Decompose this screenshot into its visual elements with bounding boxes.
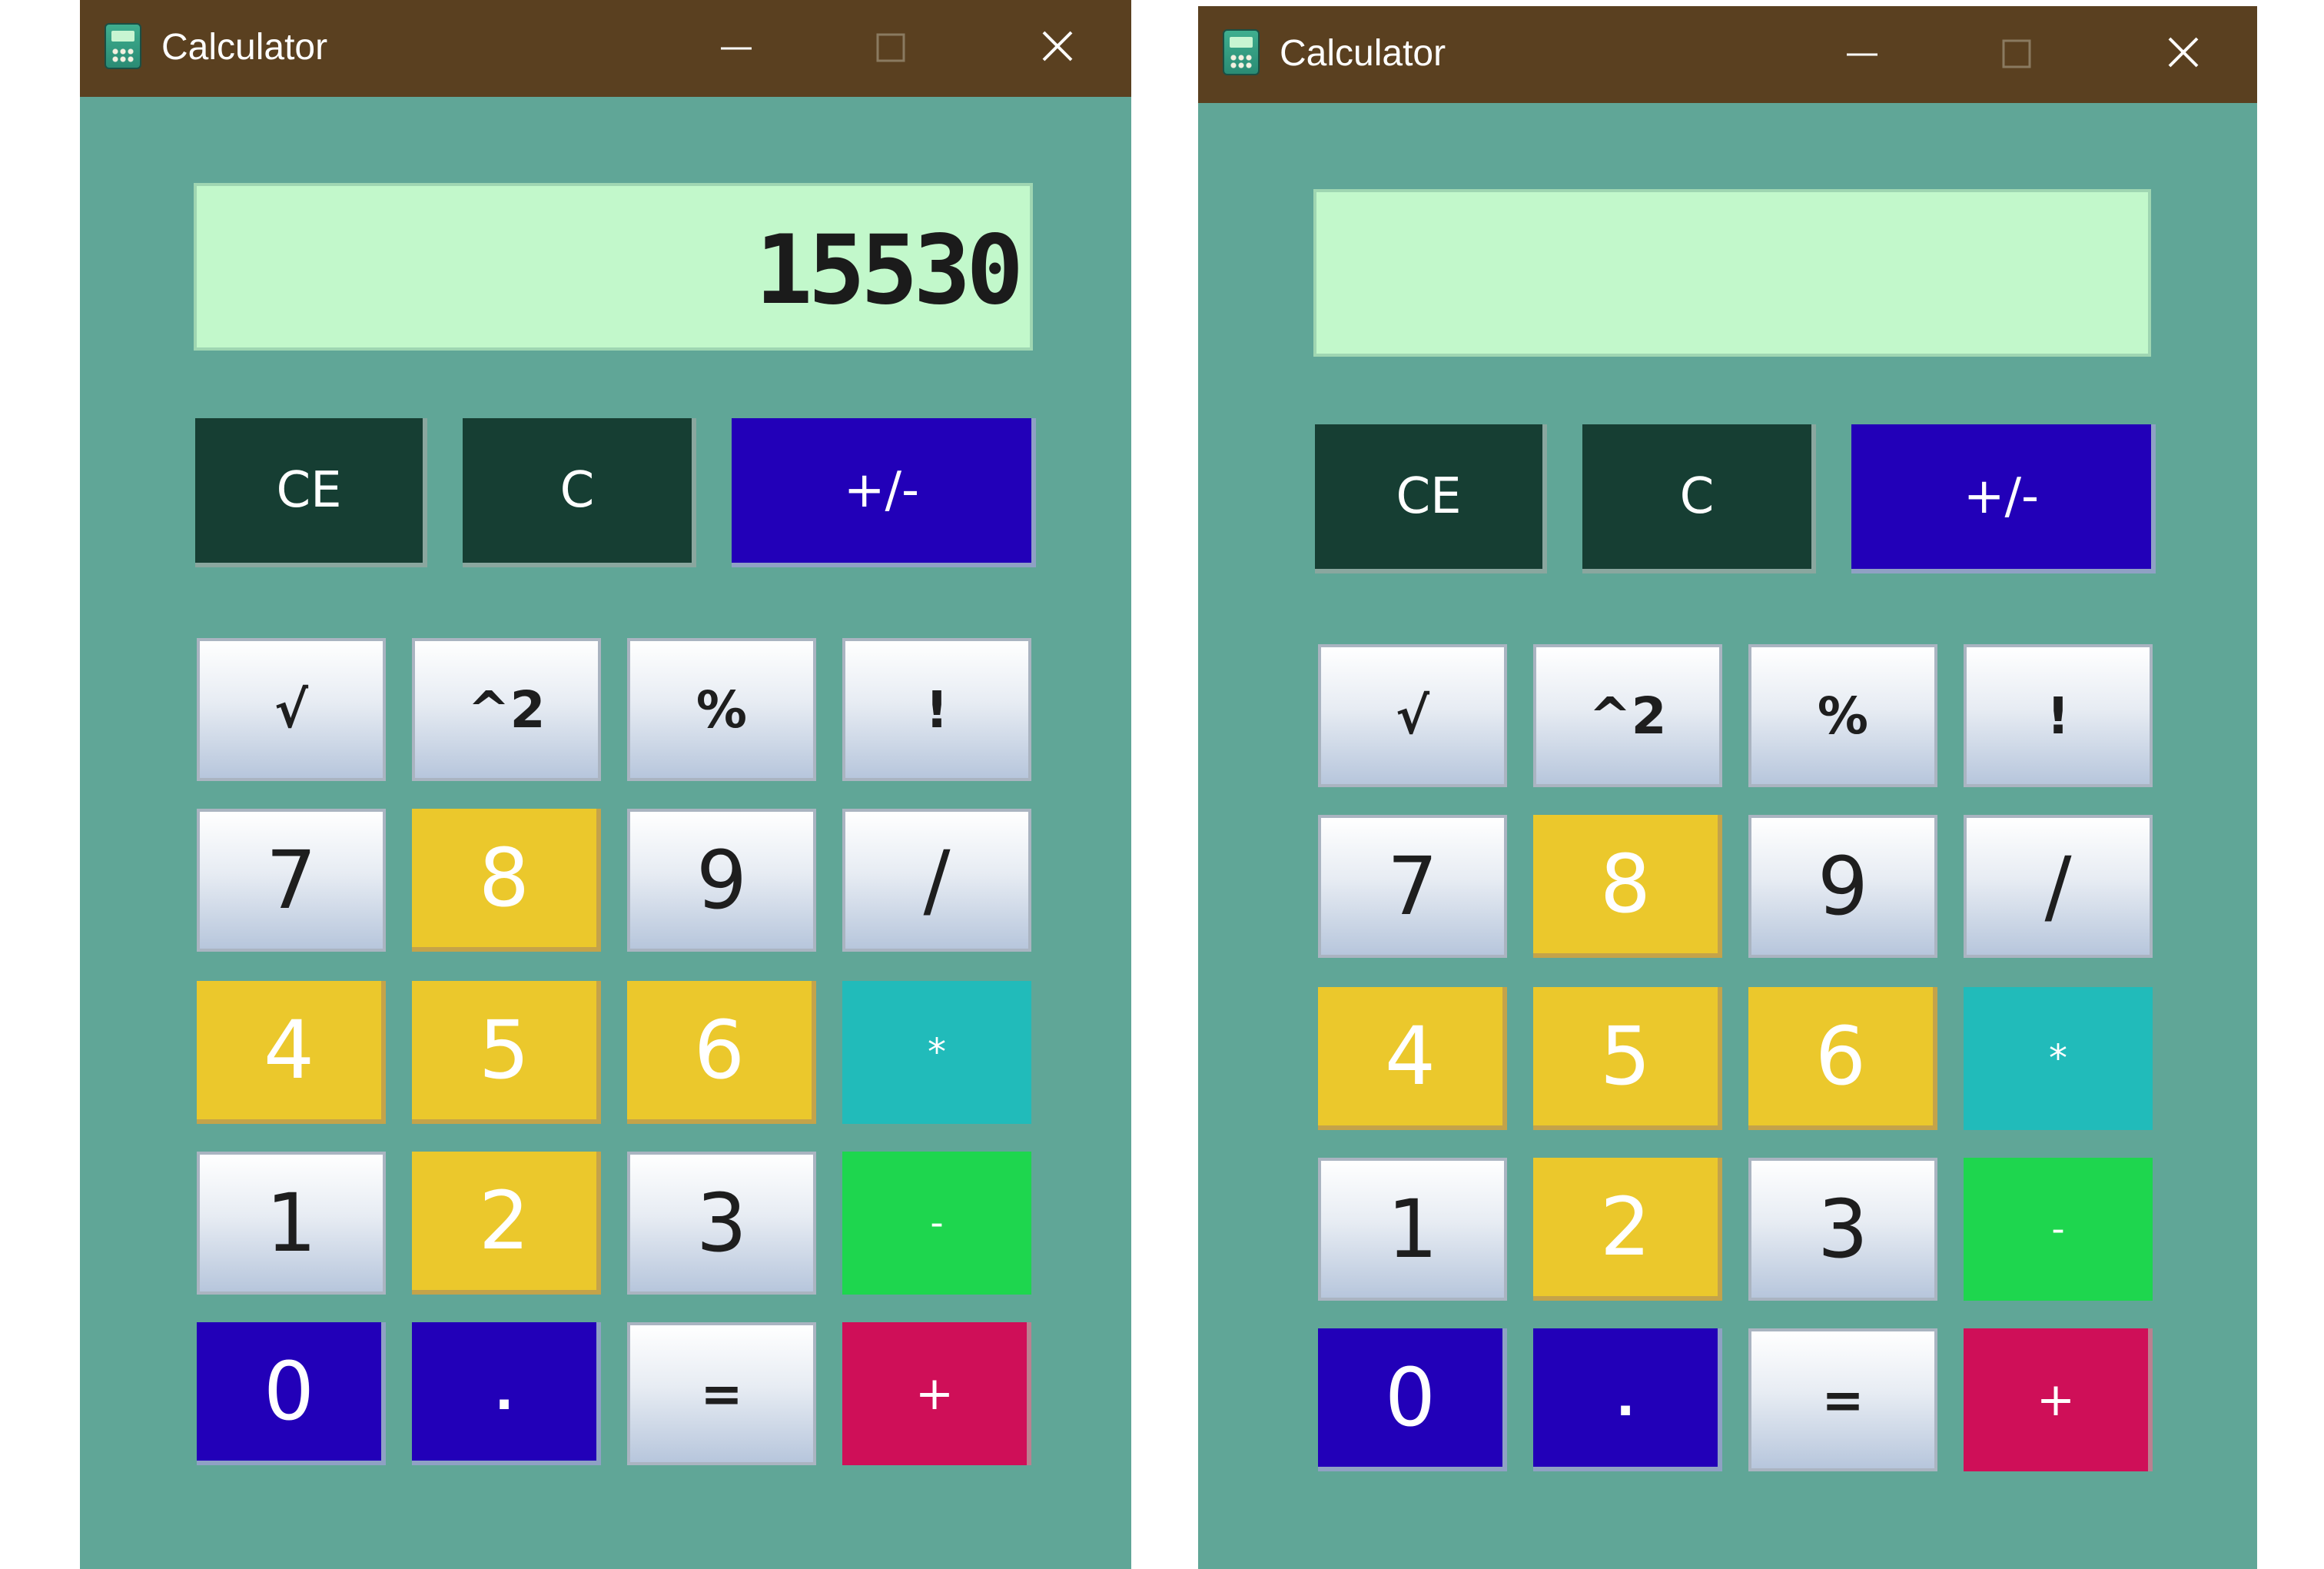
digit-2-button[interactable]: 2 [412, 1152, 601, 1295]
close-icon [1042, 31, 1073, 61]
digit-9-button[interactable]: 9 [1748, 815, 1937, 958]
equals-button[interactable]: = [627, 1322, 816, 1465]
digit-4-button[interactable]: 4 [197, 981, 386, 1124]
digit-5-button[interactable]: 5 [1533, 987, 1722, 1130]
digit-6-button[interactable]: 6 [1748, 987, 1937, 1130]
minimize-button[interactable] [706, 20, 767, 74]
display-value: 15530 [755, 215, 1024, 326]
square-button[interactable]: ^2 [412, 638, 601, 781]
minimize-button[interactable] [1831, 26, 1893, 80]
divide-button[interactable]: / [1964, 815, 2153, 958]
equals-button[interactable]: = [1748, 1328, 1937, 1471]
digit-4-button[interactable]: 4 [1318, 987, 1507, 1130]
calculator-app-icon [1223, 29, 1260, 75]
calculator-app-icon [105, 23, 141, 69]
decimal-button[interactable]: . [1533, 1328, 1722, 1471]
multiply-button[interactable]: * [842, 981, 1031, 1124]
close-button[interactable] [1027, 20, 1088, 74]
close-icon [2168, 37, 2199, 68]
close-button[interactable] [2153, 26, 2214, 80]
maximize-icon [2002, 39, 2031, 68]
factorial-button[interactable]: ! [1964, 644, 2153, 787]
title-bar[interactable]: Calculator [80, 0, 1131, 97]
digit-0-button[interactable]: 0 [197, 1322, 386, 1465]
sign-toggle-button[interactable]: +/- [1851, 424, 2156, 573]
sqrt-button[interactable]: √ [1318, 644, 1507, 787]
minimize-icon [721, 47, 752, 50]
divide-button[interactable]: / [842, 809, 1031, 952]
sqrt-button[interactable]: √ [197, 638, 386, 781]
sign-toggle-button[interactable]: +/- [732, 418, 1036, 567]
percent-button[interactable]: % [627, 638, 816, 781]
digit-1-button[interactable]: 1 [197, 1152, 386, 1295]
clear-button[interactable]: C [463, 418, 696, 567]
decimal-button[interactable]: . [412, 1322, 601, 1465]
digit-0-button[interactable]: 0 [1318, 1328, 1507, 1471]
digit-1-button[interactable]: 1 [1318, 1158, 1507, 1301]
factorial-button[interactable]: ! [842, 638, 1031, 781]
add-button[interactable]: + [842, 1322, 1031, 1465]
square-button[interactable]: ^2 [1533, 644, 1722, 787]
display-screen: 15530 [194, 183, 1033, 351]
digit-7-button[interactable]: 7 [1318, 815, 1507, 958]
digit-7-button[interactable]: 7 [197, 809, 386, 952]
digit-3-button[interactable]: 3 [627, 1152, 816, 1295]
digit-8-button[interactable]: 8 [1533, 815, 1722, 958]
digit-9-button[interactable]: 9 [627, 809, 816, 952]
calculator-window-right: Calculator CE C +/- √ ^2 % ! 7 8 9 / 4 5… [1198, 6, 2257, 1569]
clear-entry-button[interactable]: CE [195, 418, 427, 567]
maximize-icon [876, 33, 905, 62]
subtract-button[interactable]: - [1964, 1158, 2153, 1301]
digit-3-button[interactable]: 3 [1748, 1158, 1937, 1301]
multiply-button[interactable]: * [1964, 987, 2153, 1130]
digit-2-button[interactable]: 2 [1533, 1158, 1722, 1301]
clear-button[interactable]: C [1582, 424, 1816, 573]
maximize-button[interactable] [859, 20, 921, 74]
digit-5-button[interactable]: 5 [412, 981, 601, 1124]
calculator-window-left: Calculator 15530 CE C +/- √ ^2 % ! 7 8 9… [80, 0, 1131, 1569]
display-screen [1313, 189, 2151, 357]
window-title: Calculator [1280, 33, 1446, 74]
minimize-icon [1847, 53, 1877, 56]
add-button[interactable]: + [1964, 1328, 2153, 1471]
title-bar[interactable]: Calculator [1198, 6, 2257, 103]
digit-6-button[interactable]: 6 [627, 981, 816, 1124]
maximize-button[interactable] [1985, 26, 2047, 80]
digit-8-button[interactable]: 8 [412, 809, 601, 952]
window-title: Calculator [161, 27, 328, 68]
clear-entry-button[interactable]: CE [1315, 424, 1547, 573]
subtract-button[interactable]: - [842, 1152, 1031, 1295]
percent-button[interactable]: % [1748, 644, 1937, 787]
